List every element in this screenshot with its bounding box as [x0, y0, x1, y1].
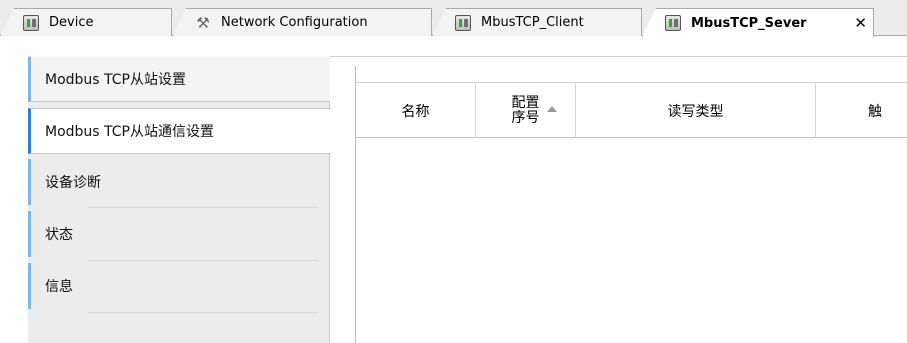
- column-header-trigger[interactable]: 触: [816, 83, 907, 138]
- sidebar-item-label: Modbus TCP从站通信设置: [45, 124, 214, 140]
- tab-label: MbusTCP_Client: [481, 15, 584, 30]
- tab-network-configuration[interactable]: ⚒ Network Configuration: [172, 8, 432, 36]
- grid-header: 名称 配置 序号 读写类型 触: [356, 82, 907, 138]
- device-icon: [23, 14, 39, 31]
- column-header-label-line2: 序号: [511, 109, 540, 126]
- tab-mbustcp-client[interactable]: MbusTCP_Client: [432, 8, 642, 36]
- sidebar-divider: [88, 207, 318, 208]
- column-header-label: 读写类型: [667, 103, 724, 120]
- tab-label: MbusTCP_Sever: [691, 15, 807, 31]
- column-header-rw-type[interactable]: 读写类型: [576, 83, 816, 138]
- sidebar-item-label: 信息: [45, 279, 73, 295]
- sort-ascending-icon: [547, 106, 557, 112]
- tab-device[interactable]: Device: [0, 8, 172, 36]
- tab-label: Network Configuration: [221, 15, 368, 30]
- device-icon: [665, 15, 681, 31]
- editor-tab-strip: Device ⚒ Network Configuration MbusTCP_C…: [0, 0, 907, 37]
- sidebar-divider: [88, 312, 318, 313]
- column-header-label: 触: [868, 103, 882, 120]
- wrench-icon: ⚒: [196, 13, 210, 32]
- tab-label: Device: [49, 15, 94, 30]
- sidebar-item-information[interactable]: 信息: [28, 263, 330, 309]
- sidebar-item-label: Modbus TCP从站设置: [45, 72, 186, 88]
- column-header-label: 名称: [401, 103, 430, 120]
- column-header-label-line1: 配置: [511, 94, 540, 111]
- sidebar-item-slave-settings[interactable]: Modbus TCP从站设置: [28, 56, 330, 102]
- tab-mbustcp-sever[interactable]: MbusTCP_Sever ✕: [642, 8, 874, 37]
- grid-body[interactable]: [356, 139, 907, 343]
- sidebar-divider: [88, 260, 318, 261]
- device-icon: [455, 14, 471, 31]
- sidebar-item-device-diagnostics[interactable]: 设备诊断: [28, 159, 330, 205]
- sidebar-item-slave-comm-settings[interactable]: Modbus TCP从站通信设置: [28, 108, 331, 154]
- sidebar-item-label: 状态: [45, 227, 73, 243]
- panel-top-border: [330, 56, 907, 57]
- column-header-name[interactable]: 名称: [356, 83, 476, 138]
- column-header-config-index[interactable]: 配置 序号: [476, 83, 576, 138]
- sidebar-item-label: 设备诊断: [45, 175, 101, 191]
- settings-sidebar: Modbus TCP从站设置 Modbus TCP从站通信设置 设备诊断 状态 …: [28, 56, 331, 343]
- close-icon[interactable]: ✕: [854, 14, 867, 32]
- sidebar-item-status[interactable]: 状态: [28, 211, 330, 257]
